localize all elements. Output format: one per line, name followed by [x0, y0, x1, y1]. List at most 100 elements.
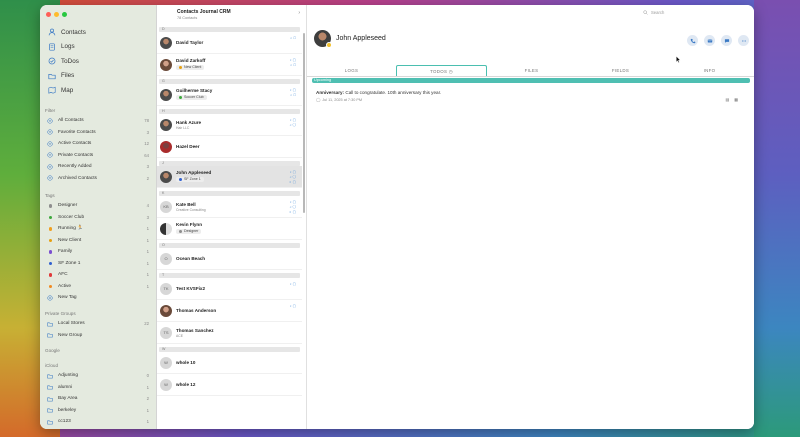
minimize-window-button[interactable] — [54, 12, 59, 17]
icloud-group-item[interactable]: cc123 1 — [45, 416, 153, 428]
zoom-window-button[interactable] — [62, 12, 67, 17]
nav-item-logs[interactable]: Logs — [46, 40, 152, 55]
tag-item[interactable]: SF Zone 1 1 — [45, 258, 153, 270]
contact-row-text: Kate Bell Creative Consulting — [176, 202, 206, 212]
contact-row[interactable]: David Zarkoff New Client ♪ ▢ ⌕ ▢ — [157, 54, 302, 76]
contact-row[interactable]: John Appleseed SF Zone 1 ♪ ▢ ⌕ ◯ ◐ ▢ — [157, 166, 302, 188]
nav-item-todos[interactable]: ToDos — [46, 54, 152, 69]
tag-item[interactable]: New Tag — [45, 292, 153, 304]
contact-status-icons: ⌕ ▢ — [290, 36, 296, 40]
contact-tag: Designer — [176, 228, 202, 234]
avatar — [160, 222, 172, 235]
email-button[interactable] — [704, 35, 715, 46]
tag-item[interactable]: Running 🏃 1 — [45, 223, 153, 235]
tab-info[interactable]: INFO — [665, 65, 754, 76]
filter-item[interactable]: Recently Added 3 — [45, 161, 153, 173]
contact-name: whole 12 — [176, 382, 196, 387]
tag-item[interactable]: Active 1 — [45, 281, 153, 293]
contact-row[interactable]: O Ocean Beach — [157, 248, 302, 270]
icloud-group-item[interactable]: berkeley 1 — [45, 405, 153, 417]
contact-row[interactable]: KB Kate Bell Creative Consulting ♪ ▢ ⌕ ◯ ◐ ▢ — [157, 196, 302, 218]
tab-todos[interactable]: TODOS ◷ — [396, 65, 487, 76]
avatar — [160, 304, 172, 317]
filter-item[interactable]: All Contacts 78 — [45, 115, 153, 127]
search-field[interactable]: Search — [643, 10, 664, 15]
smart-filter-icon — [47, 175, 53, 181]
contact-row[interactable]: Wwhole 12 — [157, 374, 302, 396]
tag-item[interactable]: Soccer Club 3 — [45, 212, 153, 224]
contact-row[interactable]: TS Thomas Sanchez ACE — [157, 322, 302, 344]
tab-logs[interactable]: LOGS — [307, 65, 396, 76]
icloud-group-item[interactable]: Bay Area 2 — [45, 393, 153, 405]
tab-todos-label: TODOS — [430, 69, 448, 74]
status-icon: ⌕ ◯ — [289, 175, 296, 179]
contact-row[interactable]: Thomas Anderson ♪ ▢ — [157, 300, 302, 322]
icloud-group-item[interactable]: Adjunting 0 — [45, 370, 153, 382]
edit-icon[interactable]: ▤ — [725, 97, 729, 102]
tag-color-dot-icon — [48, 227, 52, 231]
more-button[interactable] — [738, 35, 749, 46]
private-group-item[interactable]: New Group — [45, 330, 153, 342]
contact-name: John Appleseed — [176, 170, 212, 176]
contact-status-icons: ♪ ▢ ⌕ ◯ ◐ ▢ — [289, 170, 296, 184]
nav-item-contacts[interactable]: Contacts — [46, 25, 152, 40]
contact-list[interactable]: D David Taylor ⌕ ▢ David Zarkoff New Client ♪… — [157, 24, 302, 429]
filter-item[interactable]: Archived Contacts 2 — [45, 173, 153, 185]
tag-item[interactable]: Designer 4 — [45, 200, 153, 212]
contact-row[interactable]: David Taylor ⌕ ▢ — [157, 32, 302, 54]
contact-name: Ocean Beach — [176, 256, 206, 261]
checkbox-circle-icon[interactable]: ◯ — [316, 97, 320, 102]
nav-item-files[interactable]: Files — [46, 69, 152, 84]
tags-list: Designer 4 Soccer Club 3 Running 🏃 1 New Clien… — [45, 200, 153, 304]
contact-row[interactable]: Kevin Flynn Designer — [157, 218, 302, 240]
filter-label: Archived Contacts — [58, 175, 97, 181]
private-group-item[interactable]: Local Stores 22 — [45, 318, 153, 330]
tag-color-dot-icon — [179, 177, 182, 181]
contact-row[interactable]: TK Test KVSFix2 ♪ ▢ — [157, 278, 302, 300]
contact-list-scrollbar[interactable] — [302, 33, 305, 213]
sidebar: Contacts Logs ToDos Files Map Filter All… — [40, 5, 157, 429]
contact-row[interactable]: Guilherme Stacy Soccer Club ♪ ▢ ⌕ ▢ — [157, 84, 302, 106]
contact-status-icons: ♪ ▢ ⌕ ▢ — [290, 88, 296, 97]
tag-item[interactable]: AFC 1 — [45, 269, 153, 281]
close-window-button[interactable] — [46, 12, 51, 17]
contact-status-icons: ♪ ▢ ⌕ ▢ — [290, 58, 296, 67]
contact-row-text: David Taylor — [176, 40, 203, 45]
tab-fields[interactable]: FIELDS — [576, 65, 665, 76]
status-icon: ♪ ▢ — [289, 170, 296, 174]
contact-company: ACE — [176, 333, 183, 338]
contact-row-text: Hazel Deer — [176, 144, 200, 149]
nav-label-todos: ToDos — [61, 57, 79, 65]
todo-item[interactable]: Anniversary: Call to congratulate. 10th … — [316, 90, 746, 102]
person-icon — [48, 28, 56, 36]
filter-item[interactable]: Favorite Contacts 3 — [45, 127, 153, 139]
icloud-group-label: Adjunting — [58, 373, 79, 379]
chevron-right-icon[interactable]: › — [298, 10, 300, 16]
contact-row[interactable]: Hazel Deer — [157, 136, 302, 158]
icloud-group-item[interactable]: alumni 1 — [45, 382, 153, 394]
tag-item[interactable]: Family 1 — [45, 246, 153, 258]
detail-tabs: LOGS TODOS ◷ FILES FIELDS INFO — [307, 65, 754, 77]
tag-color-dot-icon — [48, 284, 52, 288]
tag-count: 1 — [146, 249, 149, 255]
tag-item[interactable]: New Client 1 — [45, 235, 153, 247]
contact-row[interactable]: Hank Azure Hair LLC ♪ ▢ ⌕ ◯ — [157, 114, 302, 136]
icloud-group-label: Bay Area — [58, 396, 78, 402]
contact-list-header: Contacts Journal CRM 78 Contacts › — [157, 5, 306, 24]
tag-count: 3 — [146, 214, 149, 220]
tag-count: 1 — [146, 272, 149, 278]
private-group-label: Local Stores — [58, 321, 85, 327]
calendar-icon[interactable]: ▦ — [734, 97, 738, 102]
filter-item[interactable]: Private Contacts 64 — [45, 150, 153, 162]
tab-files[interactable]: FILES — [487, 65, 576, 76]
call-button[interactable] — [687, 35, 698, 46]
filter-item[interactable]: Active Contacts 12 — [45, 138, 153, 150]
contact-tag: New Client — [176, 64, 205, 70]
contact-actions — [687, 35, 749, 46]
avatar[interactable] — [314, 30, 332, 48]
tag-color-dot-icon — [179, 65, 182, 69]
message-button[interactable] — [721, 35, 732, 46]
contact-row-text: Guilherme Stacy Soccer Club — [176, 88, 212, 101]
contact-row[interactable]: Wwhole 10 — [157, 352, 302, 374]
nav-item-map[interactable]: Map — [46, 83, 152, 98]
